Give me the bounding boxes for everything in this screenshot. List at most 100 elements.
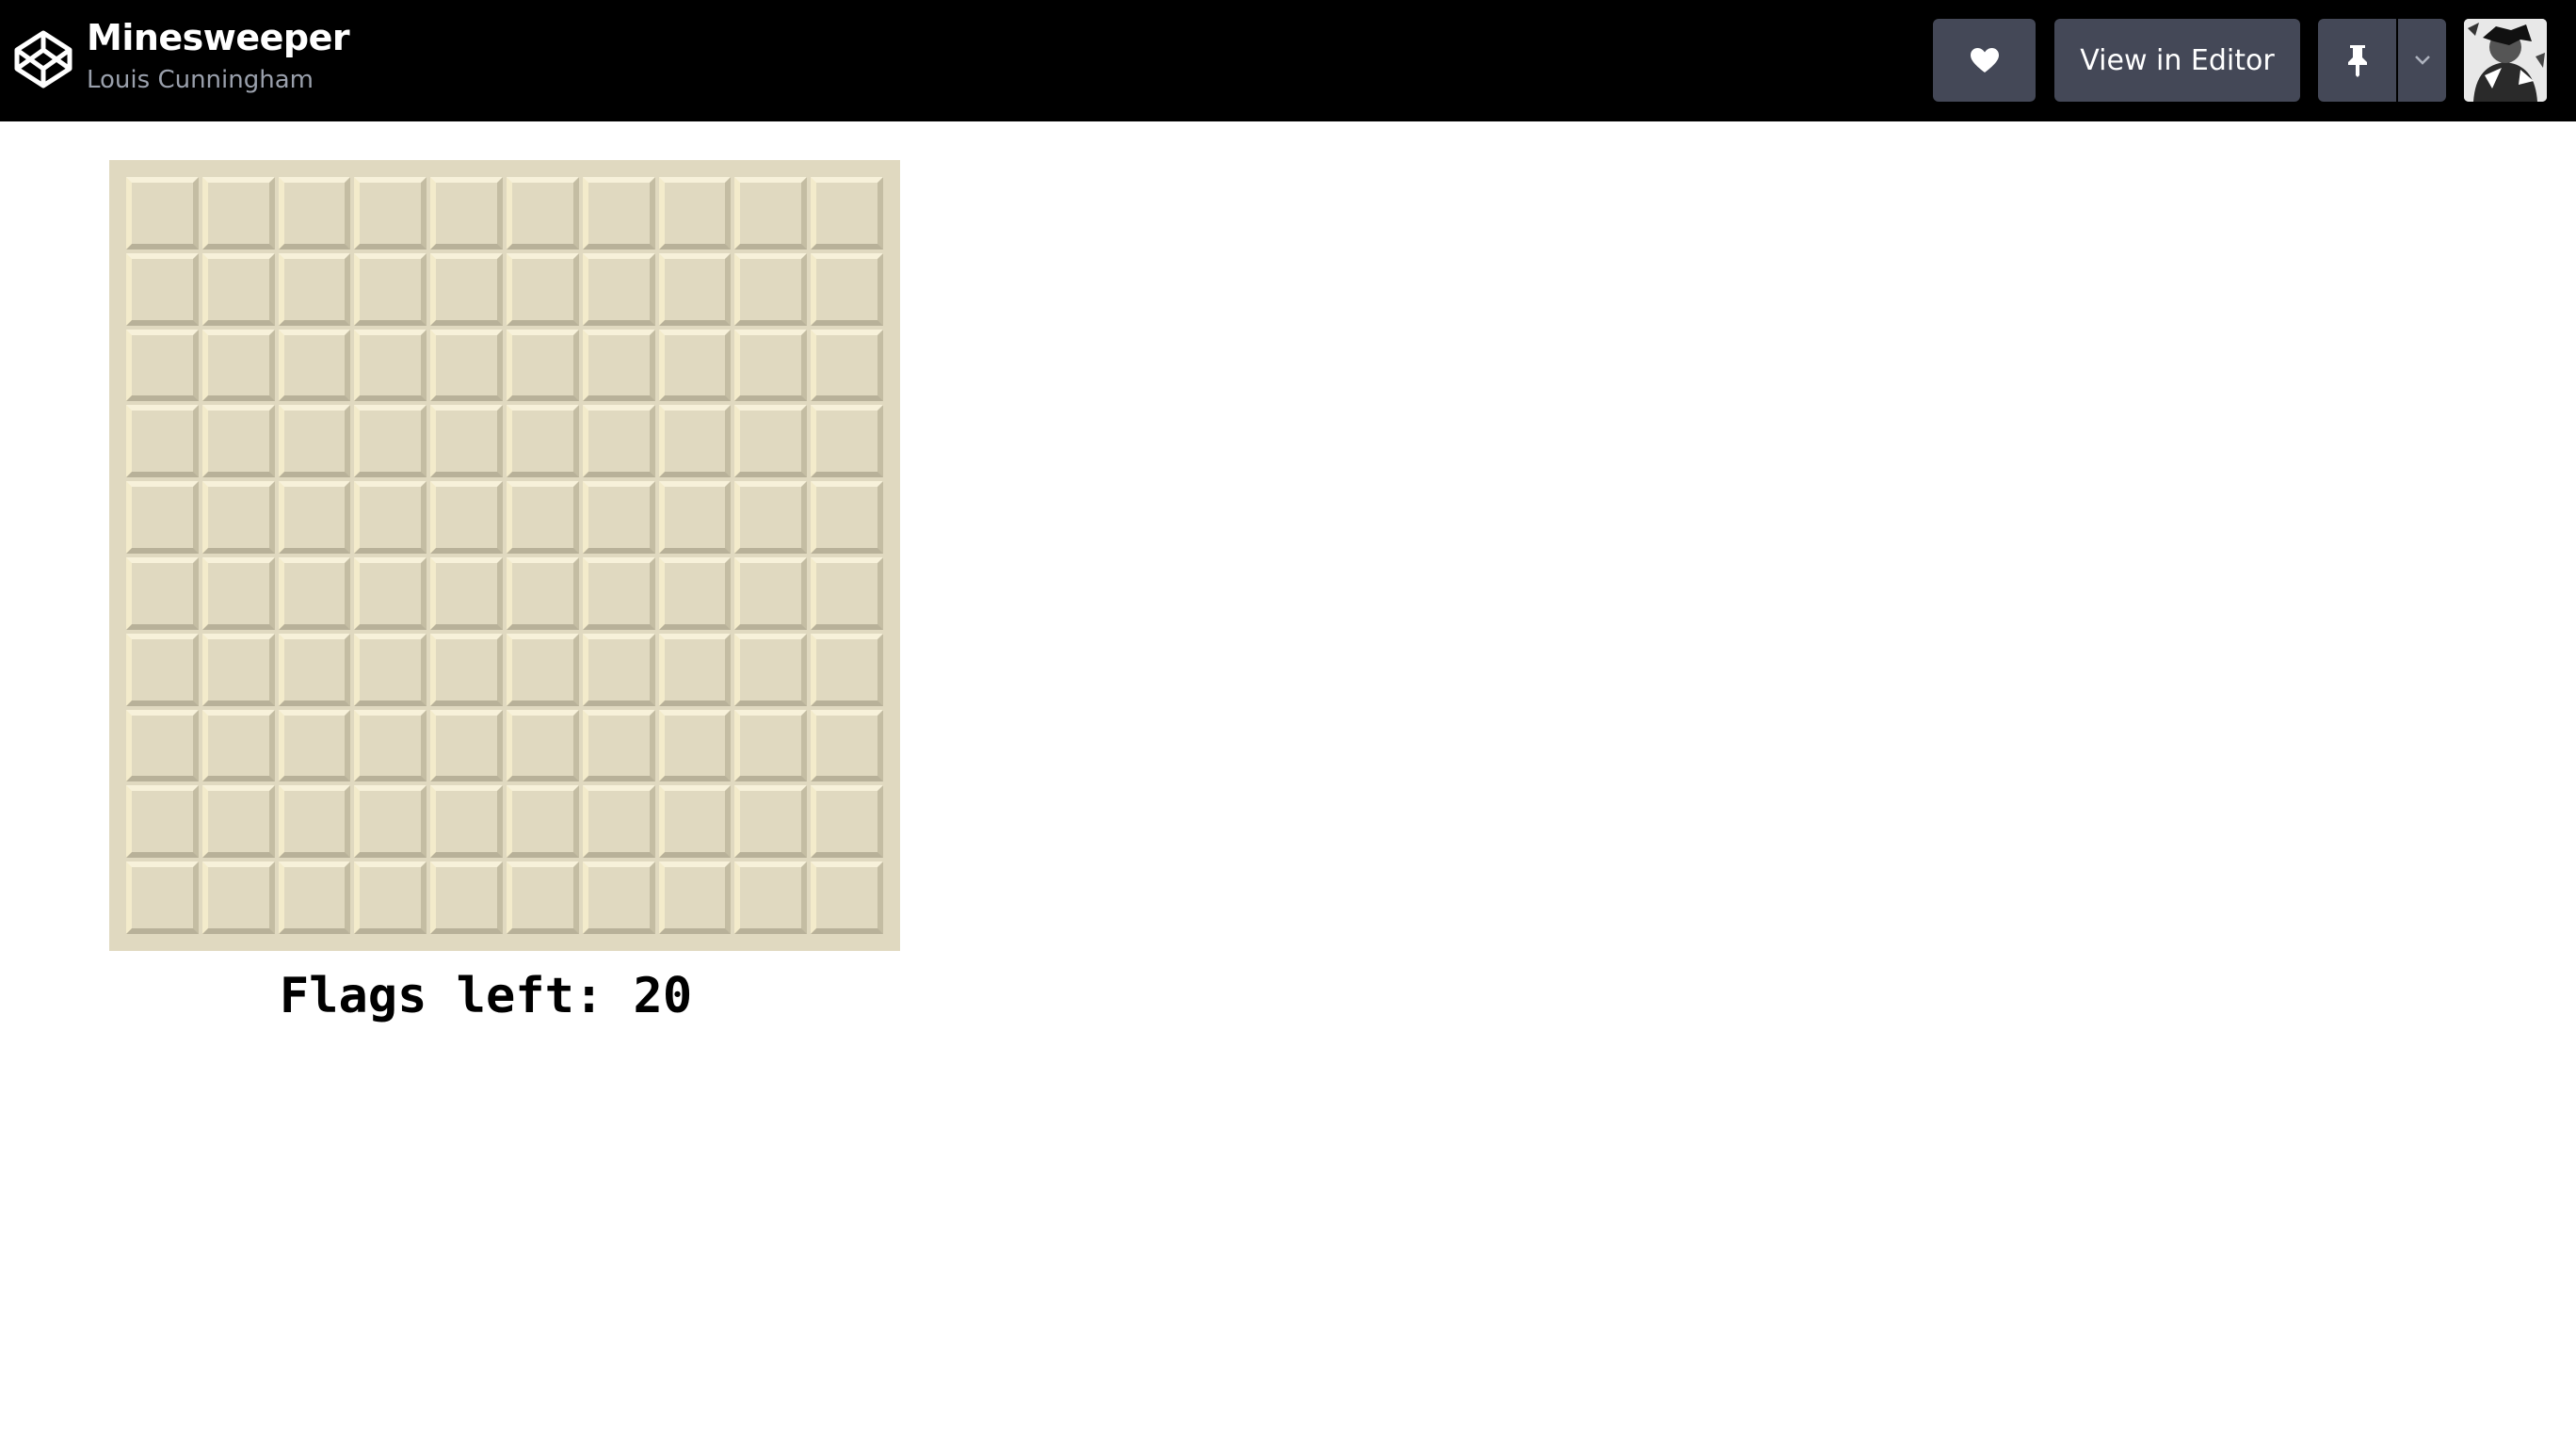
view-in-editor-button[interactable]: View in Editor (2054, 19, 2300, 102)
board-cell[interactable] (354, 252, 427, 326)
board-cell[interactable] (430, 785, 503, 859)
board-cell[interactable] (658, 557, 732, 630)
board-cell[interactable] (278, 329, 351, 402)
board-cell[interactable] (658, 177, 732, 250)
board-cell[interactable] (430, 861, 503, 934)
board-cell[interactable] (658, 861, 732, 934)
board-cell[interactable] (734, 633, 808, 706)
board-cell[interactable] (734, 557, 808, 630)
board-cell[interactable] (201, 557, 275, 630)
board-cell[interactable] (278, 785, 351, 859)
board-cell[interactable] (507, 785, 579, 859)
board-cell[interactable] (507, 329, 579, 402)
board-cell[interactable] (354, 861, 427, 934)
board-cell[interactable] (126, 785, 199, 859)
board-cell[interactable] (811, 557, 883, 630)
board-cell[interactable] (201, 861, 275, 934)
board-cell[interactable] (430, 633, 503, 706)
board-cell[interactable] (507, 709, 579, 782)
board-cell[interactable] (811, 405, 883, 478)
board-cell[interactable] (811, 177, 883, 250)
board-cell[interactable] (507, 252, 579, 326)
board-cell[interactable] (658, 329, 732, 402)
board-cell[interactable] (582, 709, 655, 782)
board-cell[interactable] (658, 633, 732, 706)
board-cell[interactable] (734, 329, 808, 402)
board-cell[interactable] (126, 329, 199, 402)
board-cell[interactable] (734, 481, 808, 554)
board-cell[interactable] (582, 481, 655, 554)
board-cell[interactable] (278, 405, 351, 478)
board-cell[interactable] (278, 861, 351, 934)
board-cell[interactable] (811, 329, 883, 402)
board-cell[interactable] (201, 252, 275, 326)
board-cell[interactable] (430, 329, 503, 402)
board-cell[interactable] (126, 252, 199, 326)
board-cell[interactable] (658, 481, 732, 554)
board-cell[interactable] (126, 861, 199, 934)
pin-button[interactable] (2318, 19, 2396, 102)
board-cell[interactable] (811, 252, 883, 326)
board-cell[interactable] (658, 252, 732, 326)
board-cell[interactable] (430, 709, 503, 782)
board-cell[interactable] (507, 633, 579, 706)
board-cell[interactable] (354, 557, 427, 630)
board-cell[interactable] (507, 405, 579, 478)
board-cell[interactable] (278, 557, 351, 630)
board-cell[interactable] (126, 633, 199, 706)
board-cell[interactable] (582, 557, 655, 630)
board-cell[interactable] (582, 861, 655, 934)
board-cell[interactable] (126, 557, 199, 630)
board-cell[interactable] (430, 481, 503, 554)
board-cell[interactable] (734, 709, 808, 782)
board-cell[interactable] (430, 557, 503, 630)
board-cell[interactable] (658, 785, 732, 859)
board-cell[interactable] (201, 481, 275, 554)
board-cell[interactable] (507, 177, 579, 250)
board-cell[interactable] (126, 405, 199, 478)
board-cell[interactable] (354, 177, 427, 250)
board-cell[interactable] (507, 557, 579, 630)
board-cell[interactable] (811, 709, 883, 782)
user-avatar[interactable] (2464, 19, 2547, 102)
board-cell[interactable] (354, 709, 427, 782)
board-cell[interactable] (201, 785, 275, 859)
board-cell[interactable] (582, 633, 655, 706)
board-cell[interactable] (734, 405, 808, 478)
board-cell[interactable] (734, 252, 808, 326)
pin-menu-button[interactable] (2398, 19, 2446, 102)
board-cell[interactable] (354, 329, 427, 402)
board-cell[interactable] (430, 177, 503, 250)
board-cell[interactable] (582, 405, 655, 478)
board-cell[interactable] (278, 633, 351, 706)
board-cell[interactable] (126, 709, 199, 782)
board-cell[interactable] (582, 785, 655, 859)
board-cell[interactable] (201, 633, 275, 706)
board-cell[interactable] (734, 785, 808, 859)
board-cell[interactable] (354, 481, 427, 554)
board-cell[interactable] (278, 709, 351, 782)
board-cell[interactable] (354, 633, 427, 706)
board-cell[interactable] (811, 481, 883, 554)
board-cell[interactable] (201, 709, 275, 782)
like-button[interactable] (1933, 19, 2036, 102)
board-cell[interactable] (201, 405, 275, 478)
board-cell[interactable] (201, 329, 275, 402)
codepen-logo-icon[interactable] (13, 29, 73, 89)
board-cell[interactable] (507, 861, 579, 934)
board-cell[interactable] (430, 405, 503, 478)
board-cell[interactable] (811, 861, 883, 934)
board-cell[interactable] (582, 329, 655, 402)
board-cell[interactable] (734, 177, 808, 250)
board-cell[interactable] (507, 481, 579, 554)
board-cell[interactable] (126, 177, 199, 250)
board-cell[interactable] (734, 861, 808, 934)
board-cell[interactable] (582, 252, 655, 326)
board-cell[interactable] (201, 177, 275, 250)
board-cell[interactable] (126, 481, 199, 554)
board-cell[interactable] (582, 177, 655, 250)
board-cell[interactable] (811, 785, 883, 859)
board-cell[interactable] (811, 633, 883, 706)
board-cell[interactable] (354, 405, 427, 478)
board-cell[interactable] (658, 709, 732, 782)
